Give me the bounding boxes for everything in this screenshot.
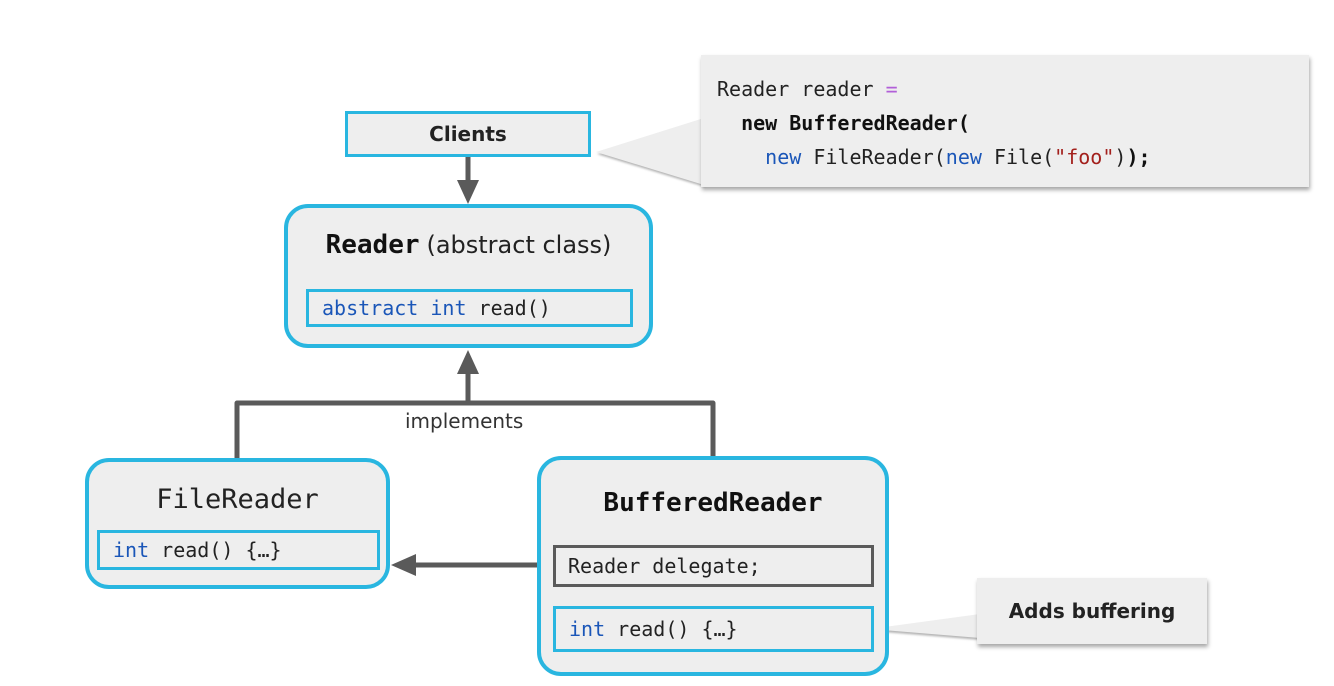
code-line-3: new FileReader(new File("foo"));: [765, 145, 1151, 169]
bufferedreader-delegate-field: Reader delegate;: [553, 545, 874, 587]
clients-label: Clients: [429, 122, 507, 146]
implements-connector: [234, 350, 716, 458]
reader-title: Reader (abstract class): [288, 230, 649, 260]
reader-read-method: abstract int read(): [306, 289, 633, 327]
code-line-1: Reader reader =: [717, 77, 898, 101]
bufferedreader-class-box: BufferedReader Reader delegate; int read…: [537, 456, 889, 676]
filereader-class-box: FileReader int read() {…}: [85, 458, 390, 589]
reader-class-box: Reader (abstract class) abstract int rea…: [284, 204, 653, 348]
filereader-read-method: int read() {…}: [97, 530, 380, 570]
code-line-2: new BufferedReader(: [717, 111, 970, 135]
code-example-callout: Reader reader = new BufferedReader( new …: [701, 55, 1309, 187]
filereader-class-name: FileReader: [156, 484, 319, 515]
adds-buffering-callout: Adds buffering: [977, 578, 1207, 644]
reader-qualifier: (abstract class): [426, 231, 612, 259]
clients-box: Clients: [345, 111, 591, 157]
bufferedreader-read-method: int read() {…}: [553, 606, 874, 652]
implements-label: implements: [405, 409, 524, 433]
delegate-arrow: [391, 554, 553, 576]
code-callout-pointer: [596, 118, 704, 185]
adds-buffering-label: Adds buffering: [1008, 599, 1176, 623]
reader-class-name: Reader: [325, 230, 420, 260]
bufferedreader-class-name: BufferedReader: [603, 488, 823, 518]
clients-uses-reader-arrow: [457, 157, 479, 204]
